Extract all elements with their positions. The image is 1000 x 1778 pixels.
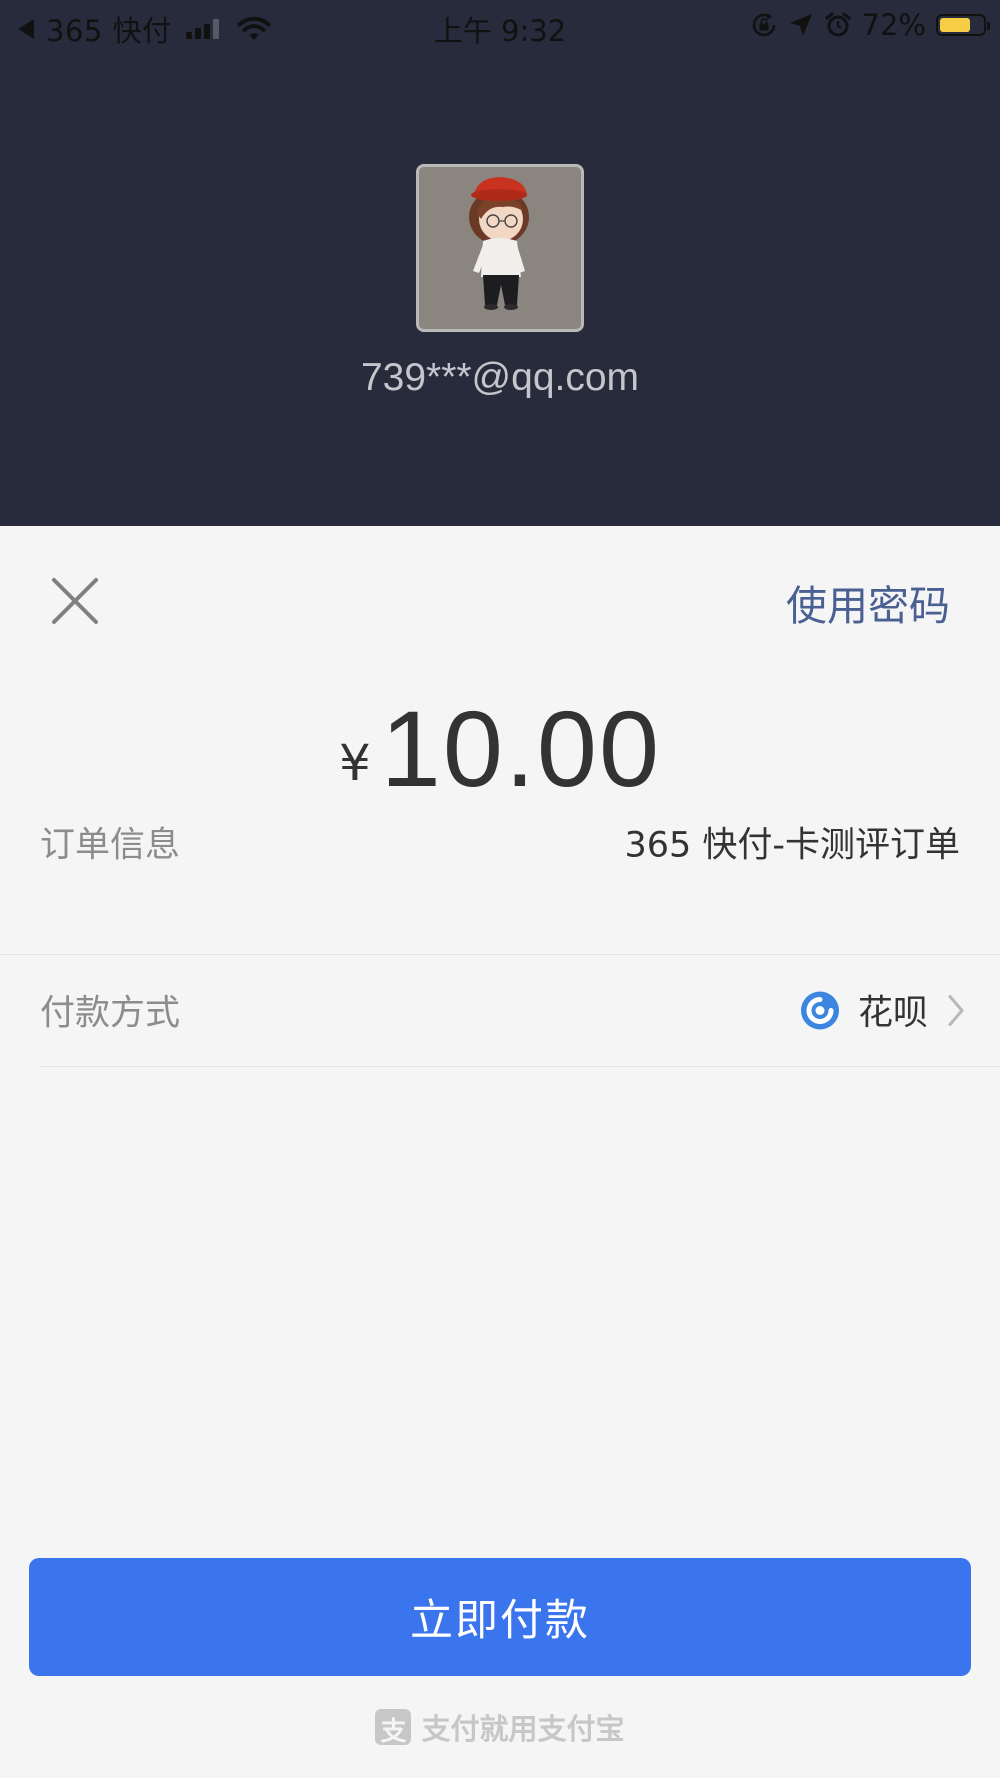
currency-symbol: ¥: [338, 734, 371, 792]
use-password-link[interactable]: 使用密码: [786, 572, 950, 632]
status-bar: 365 快付 上午 9:32 72%: [0, 0, 1000, 50]
payee-account: 739***@qq.com: [360, 356, 640, 399]
battery-icon: [936, 14, 990, 36]
order-info-value: 365 快付-卡测评订单: [624, 825, 960, 866]
payment-method-value: 花呗: [857, 993, 928, 1034]
order-info-label: 订单信息: [40, 825, 181, 866]
close-icon: [52, 578, 98, 624]
alarm-icon: [824, 12, 851, 37]
avatar: [416, 164, 584, 332]
status-bar-right: 72%: [750, 8, 990, 42]
chevron-right-icon: [948, 994, 964, 1026]
pay-now-button[interactable]: 立即付款: [29, 1558, 971, 1676]
alipay-brand-footer: 支 支付就用支付宝: [0, 1706, 1000, 1748]
huabei-icon: [800, 991, 839, 1029]
alipay-slogan: 支付就用支付宝: [421, 1712, 625, 1746]
payment-method-row[interactable]: 付款方式 花呗: [0, 954, 1000, 1066]
close-button[interactable]: [44, 570, 106, 632]
avatar-illustration: [419, 167, 581, 329]
payment-sheet: 使用密码 ¥10.00 订单信息 365 快付-卡测评订单 付款方式 花呗 立即…: [0, 526, 1000, 1778]
order-info-row: 订单信息 365 快付-卡测评订单: [0, 786, 1000, 898]
payment-method-selector[interactable]: 花呗: [800, 985, 966, 1036]
alipay-logo-icon: 支: [375, 1709, 412, 1747]
rotation-lock-icon: [752, 13, 775, 37]
battery-percentage: 72%: [861, 8, 926, 42]
alipay-logo-glyph: 支: [380, 1717, 407, 1747]
divider: [40, 1066, 1000, 1067]
location-arrow-icon: [789, 14, 812, 36]
payer-header: 365 快付 上午 9:32 72% 739***@qq.com: [0, 0, 1000, 526]
payment-method-label: 付款方式: [40, 993, 181, 1034]
battery-level-fill: [940, 18, 971, 32]
